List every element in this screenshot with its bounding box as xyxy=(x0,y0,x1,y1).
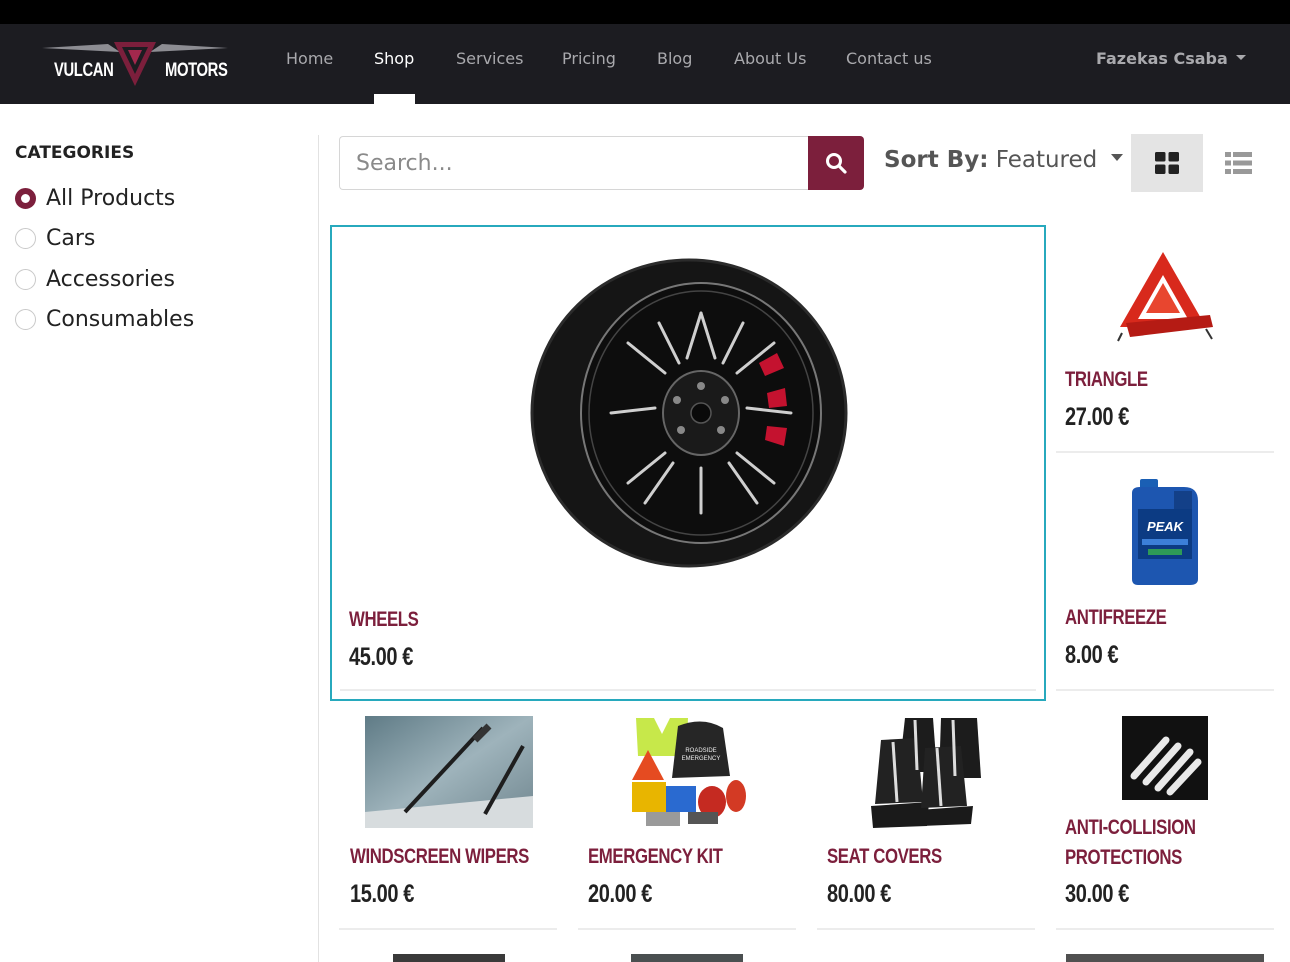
anti-collision-strips-image xyxy=(1122,716,1208,800)
card-divider xyxy=(339,928,557,930)
wheel-image xyxy=(530,258,848,568)
chevron-down-icon xyxy=(1235,55,1246,60)
sidebar-divider xyxy=(318,135,319,962)
nav-contact-us[interactable]: Contact us xyxy=(846,49,932,68)
product-price: 30.00 € xyxy=(1065,880,1129,908)
product-card-antifreeze[interactable]: PEAK ANTIFREEZE 8.00 € xyxy=(1056,463,1274,691)
radio-selected-icon[interactable] xyxy=(15,187,36,209)
search-icon xyxy=(826,153,847,174)
top-black-strip xyxy=(0,0,1290,24)
search-input[interactable] xyxy=(339,136,809,190)
list-icon xyxy=(1224,152,1252,174)
product-card-wheels[interactable]: WHEELS 45.00 € xyxy=(330,225,1046,701)
product-price: 45.00 € xyxy=(349,643,413,671)
navbar: VULCAN MOTORS Home Shop Services Pricing… xyxy=(0,24,1290,104)
nav-blog[interactable]: Blog xyxy=(657,49,692,68)
product-name: WHEELS xyxy=(349,608,419,631)
nav-pricing[interactable]: Pricing xyxy=(562,49,616,68)
list-view-button[interactable] xyxy=(1203,134,1273,192)
card-divider xyxy=(340,689,1036,691)
category-accessories[interactable]: Accessories xyxy=(15,266,175,292)
product-thumbnail-partial xyxy=(631,954,743,962)
sort-label: Sort By: xyxy=(884,147,989,173)
brand-logo[interactable]: VULCAN MOTORS xyxy=(38,38,233,94)
category-all-products[interactable]: All Products xyxy=(15,185,175,211)
product-price: 80.00 € xyxy=(827,880,891,908)
card-divider xyxy=(578,928,796,930)
radio-icon[interactable] xyxy=(15,308,36,330)
windscreen-wipers-image xyxy=(365,716,533,828)
svg-text:EMERGENCY: EMERGENCY xyxy=(682,756,721,762)
product-name: EMERGENCY KIT xyxy=(588,845,723,868)
brand-left-text: VULCAN xyxy=(54,60,114,81)
nav-shop[interactable]: Shop xyxy=(374,49,414,68)
sort-dropdown[interactable]: Sort By: Featured xyxy=(884,147,1124,173)
product-name: ANTIFREEZE xyxy=(1065,606,1167,629)
user-menu[interactable]: Fazekas Csaba xyxy=(1096,49,1246,68)
categories-heading: CATEGORIES xyxy=(15,143,135,163)
svg-text:ROADSIDE: ROADSIDE xyxy=(685,748,716,754)
chevron-down-icon xyxy=(1111,154,1124,161)
product-name: TRIANGLE xyxy=(1065,368,1148,391)
warning-triangle-image xyxy=(1117,252,1213,342)
antifreeze-jug-image: PEAK xyxy=(1132,479,1198,585)
grid-view-button[interactable] xyxy=(1131,134,1203,192)
product-name: SEAT COVERS xyxy=(827,845,942,868)
category-label: Accessories xyxy=(46,266,175,292)
active-tab-indicator xyxy=(374,94,415,104)
category-consumables[interactable]: Consumables xyxy=(15,306,194,332)
search-button[interactable] xyxy=(808,136,864,190)
nav-services[interactable]: Services xyxy=(456,49,523,68)
radio-icon[interactable] xyxy=(15,227,36,249)
card-divider xyxy=(1056,689,1274,691)
product-price: 8.00 € xyxy=(1065,641,1119,669)
grid-icon xyxy=(1155,152,1179,174)
product-card-seat-covers[interactable]: SEAT COVERS 80.00 € xyxy=(817,712,1035,932)
product-card-windscreen-wipers[interactable]: WINDSCREEN WIPERS 15.00 € xyxy=(339,712,557,932)
emergency-kit-image: ROADSIDE EMERGENCY xyxy=(632,718,746,826)
product-card-triangle[interactable]: TRIANGLE 27.00 € xyxy=(1056,225,1274,453)
card-divider xyxy=(1056,928,1274,930)
product-thumbnail-partial xyxy=(393,954,505,962)
category-label: Consumables xyxy=(46,306,195,332)
card-divider xyxy=(1056,451,1274,453)
nav-about-us[interactable]: About Us xyxy=(734,49,806,68)
product-name: ANTI-COLLISION xyxy=(1065,816,1196,839)
sort-value: Featured xyxy=(995,147,1098,173)
product-name: WINDSCREEN WIPERS xyxy=(350,845,529,868)
user-name: Fazekas Csaba xyxy=(1096,49,1228,68)
product-name-line2: PROTECTIONS xyxy=(1065,846,1182,869)
product-card-anti-collision-protections[interactable]: ANTI-COLLISION PROTECTIONS 30.00 € xyxy=(1056,712,1274,932)
nav-home[interactable]: Home xyxy=(286,49,333,68)
card-divider xyxy=(817,928,1035,930)
product-price: 20.00 € xyxy=(588,880,652,908)
product-thumbnail-partial xyxy=(1066,954,1264,962)
category-label: All Products xyxy=(46,185,176,211)
svg-text:PEAK: PEAK xyxy=(1147,519,1185,534)
seat-covers-image xyxy=(871,718,981,828)
brand-right-text: MOTORS xyxy=(165,60,228,81)
category-cars[interactable]: Cars xyxy=(15,225,95,251)
radio-icon[interactable] xyxy=(15,268,36,290)
category-label: Cars xyxy=(46,225,96,251)
product-card-emergency-kit[interactable]: ROADSIDE EMERGENCY EMERGENCY KIT 20.00 € xyxy=(578,712,796,932)
product-price: 15.00 € xyxy=(350,880,414,908)
product-price: 27.00 € xyxy=(1065,403,1129,431)
